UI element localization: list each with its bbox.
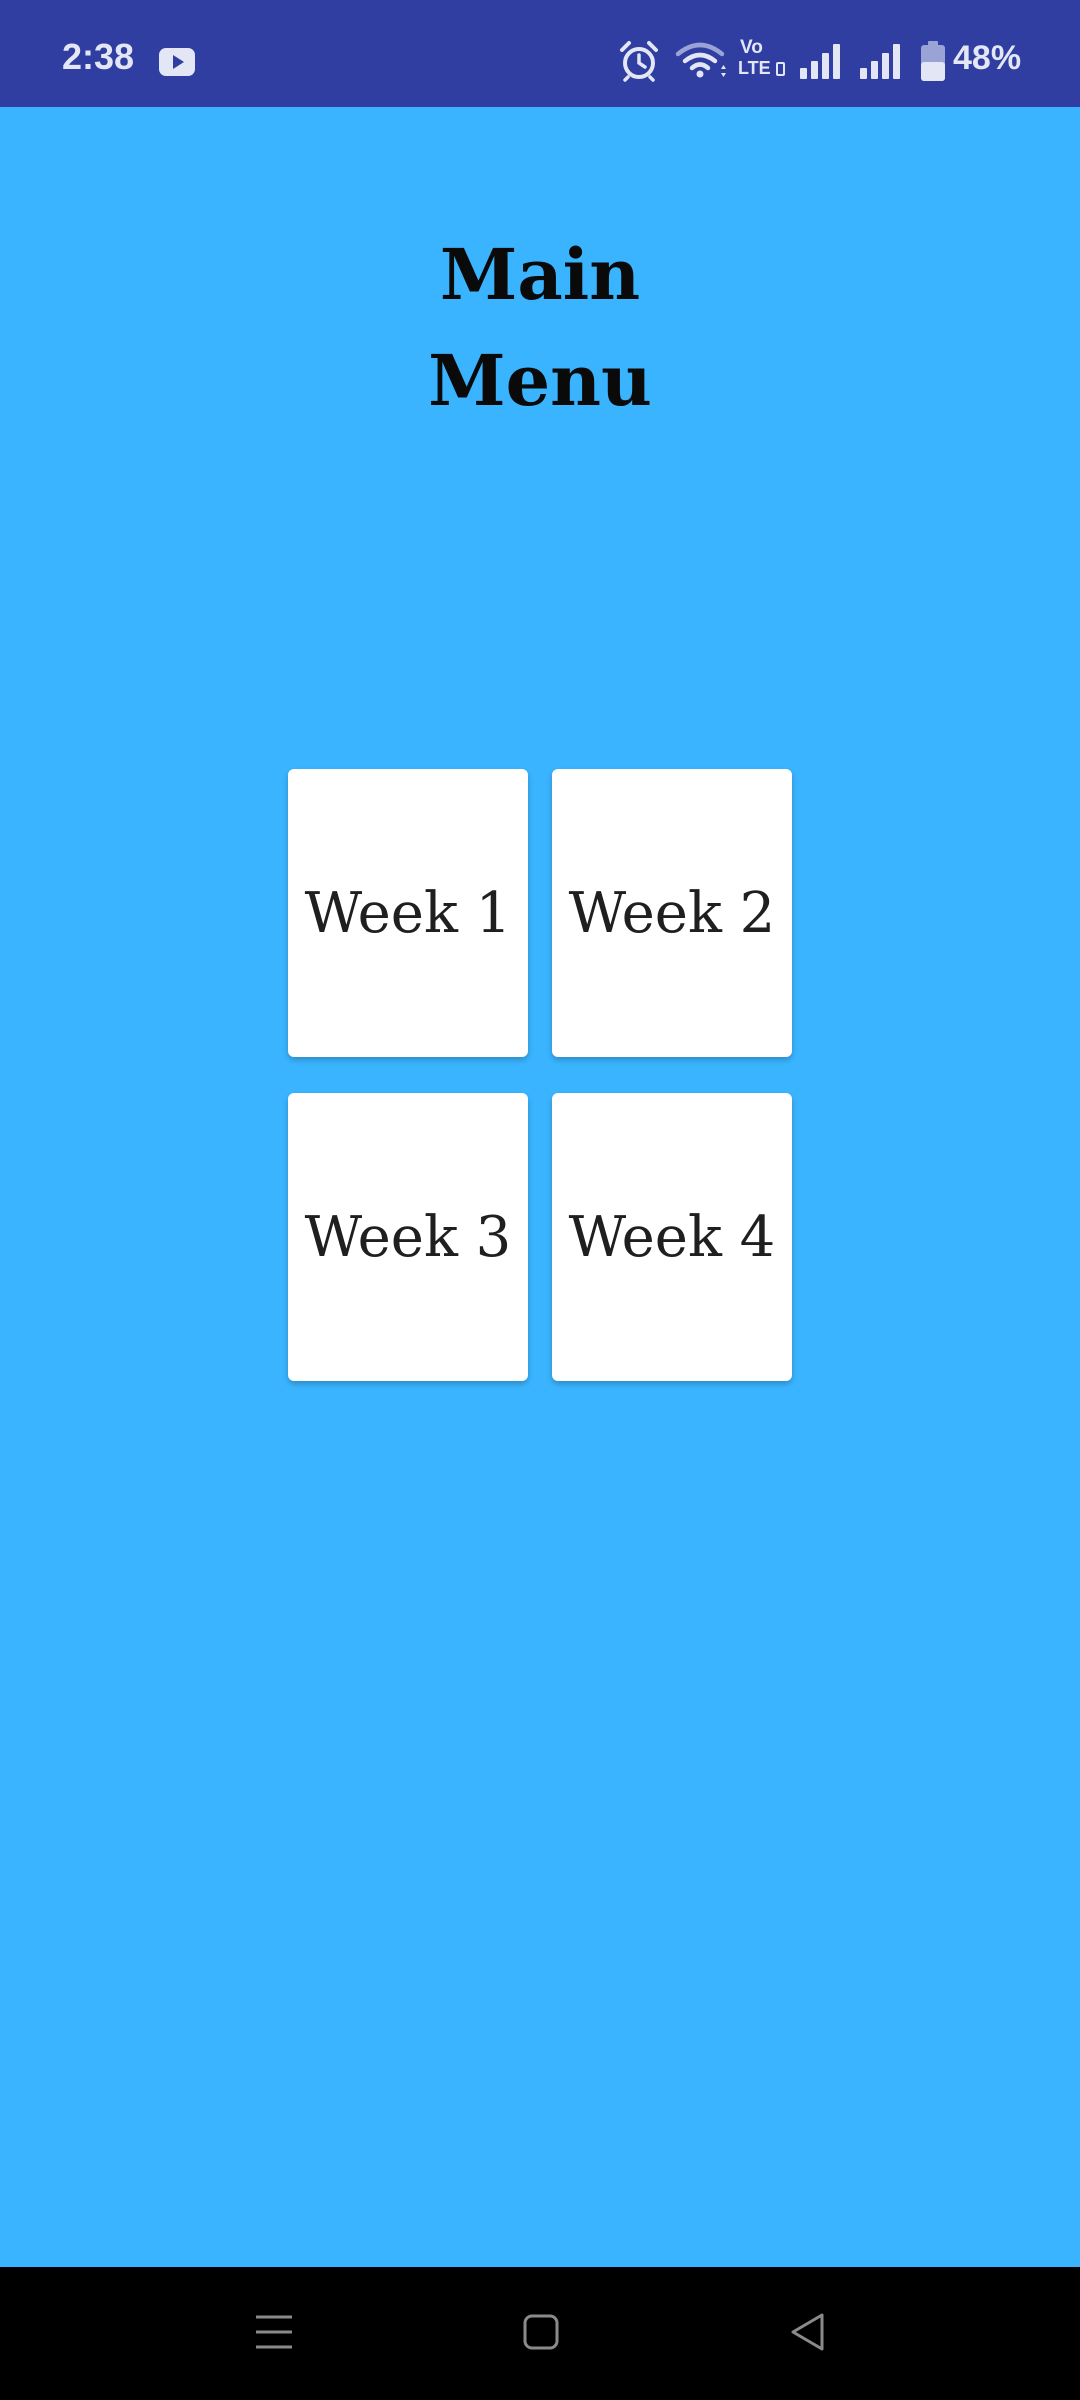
navigation-bar bbox=[0, 2267, 1080, 2400]
alarm-icon bbox=[618, 40, 660, 87]
signal-icon bbox=[798, 42, 846, 85]
volte-bottom-text: LTE bbox=[738, 58, 771, 78]
week-2-card[interactable]: Week 2 bbox=[552, 769, 792, 1057]
status-time: 2:38 bbox=[62, 36, 135, 77]
week-4-card[interactable]: Week 4 bbox=[552, 1093, 792, 1381]
volte-icon: Vo LTE bbox=[738, 38, 788, 82]
menu-icon[interactable] bbox=[253, 2311, 295, 2358]
week-1-label: Week 1 bbox=[304, 880, 512, 946]
status-bar: 2:38 Vo LTE 48% bbox=[0, 0, 1080, 107]
week-1-card[interactable]: Week 1 bbox=[288, 769, 528, 1057]
home-icon[interactable] bbox=[522, 2313, 560, 2356]
title-line-2: Menu bbox=[428, 339, 652, 422]
week-3-card[interactable]: Week 3 bbox=[288, 1093, 528, 1381]
week-3-label: Week 3 bbox=[304, 1204, 512, 1270]
back-icon[interactable] bbox=[788, 2311, 826, 2358]
week-4-label: Week 4 bbox=[568, 1204, 776, 1270]
title-line-1: Main bbox=[439, 233, 641, 316]
youtube-icon bbox=[158, 47, 196, 82]
page-title: Main Menu bbox=[0, 222, 1080, 434]
volte-box bbox=[776, 62, 785, 76]
battery-percent: 48% bbox=[953, 39, 1022, 77]
signal-icon bbox=[858, 42, 906, 85]
week-2-label: Week 2 bbox=[568, 880, 776, 946]
volte-top-text: Vo bbox=[740, 37, 763, 58]
battery-icon bbox=[920, 40, 946, 87]
wifi-icon bbox=[674, 40, 730, 87]
